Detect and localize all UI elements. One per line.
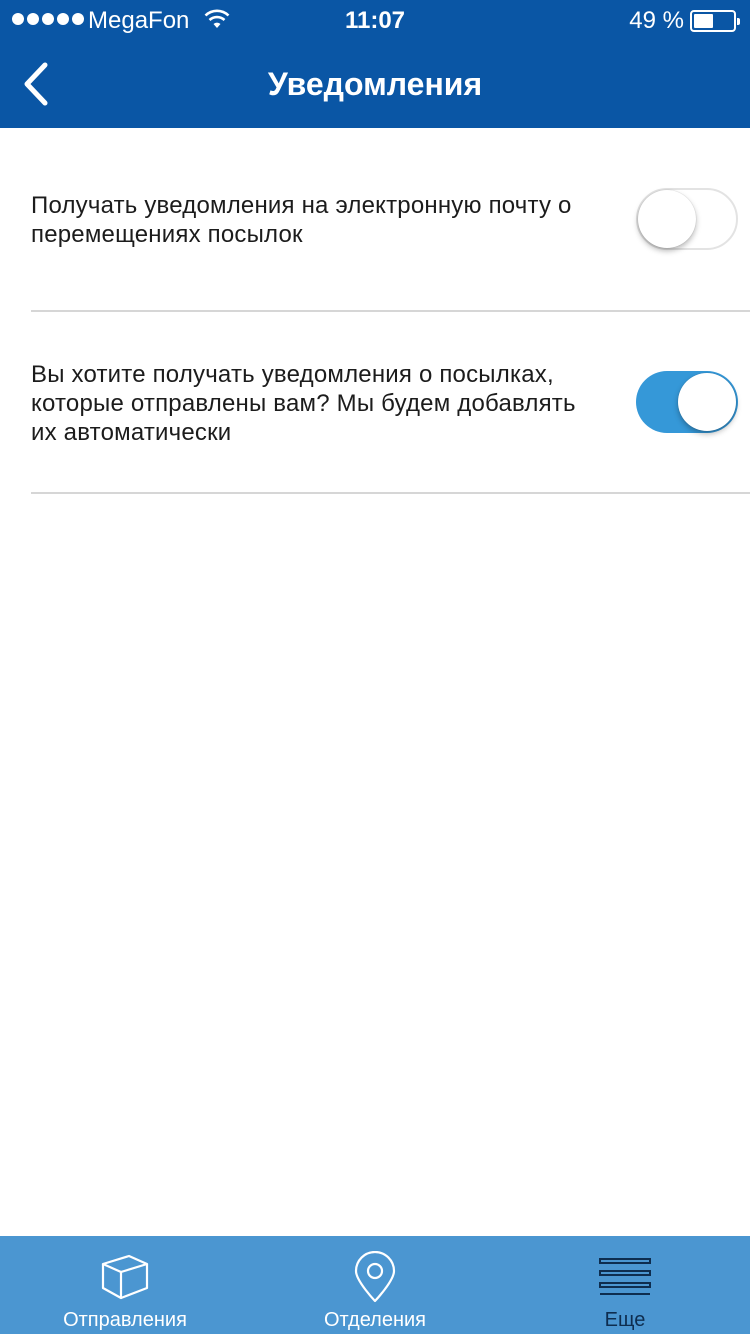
email-notifications-toggle[interactable] bbox=[636, 188, 738, 250]
toggle-knob bbox=[678, 373, 736, 431]
screen: MegaFon 11:07 49 % Уведомления Получать … bbox=[0, 0, 750, 1334]
tab-more[interactable]: Еще bbox=[500, 1236, 750, 1334]
tab-label: Отделения bbox=[323, 1309, 427, 1331]
tab-shipments[interactable]: Отправления bbox=[0, 1236, 250, 1334]
tab-bar: Отправления Отделения Еще bbox=[0, 1236, 750, 1334]
menu-icon bbox=[599, 1252, 651, 1302]
tab-label: Отправления bbox=[63, 1309, 187, 1331]
battery-percentage: 49 % bbox=[629, 7, 684, 34]
setting-label: Получать уведомления на электронную почт… bbox=[31, 192, 572, 248]
location-pin-icon bbox=[353, 1251, 397, 1303]
box-icon bbox=[99, 1252, 151, 1302]
tab-label: Еще bbox=[604, 1309, 646, 1331]
toggle-knob bbox=[638, 190, 696, 248]
status-bar: MegaFon 11:07 49 % bbox=[0, 0, 750, 40]
auto-add-parcels-toggle[interactable] bbox=[636, 371, 738, 433]
tab-offices[interactable]: Отделения bbox=[250, 1236, 500, 1334]
divider bbox=[31, 492, 750, 494]
setting-row-email-notifications: Получать уведомления на электронную почт… bbox=[0, 128, 750, 312]
battery-icon bbox=[690, 10, 740, 32]
top-bar: MegaFon 11:07 49 % Уведомления bbox=[0, 0, 750, 128]
setting-row-auto-add-parcels: Вы хотите получать уведомления о посылка… bbox=[0, 312, 750, 494]
page-title: Уведомления bbox=[267, 66, 483, 102]
battery-level bbox=[694, 14, 713, 28]
setting-label: Вы хотите получать уведомления о посылка… bbox=[31, 361, 576, 446]
